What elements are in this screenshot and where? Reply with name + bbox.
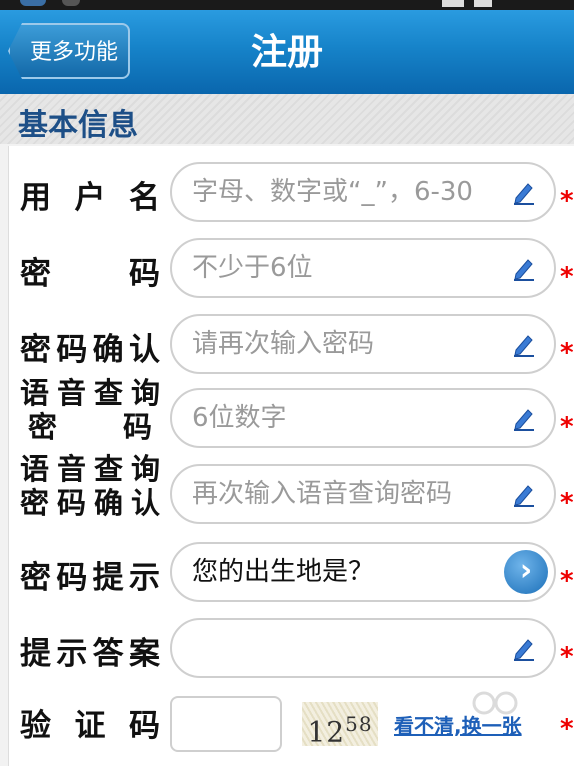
captcha-input[interactable] [170,696,282,752]
password-placeholder: 不少于6位 [192,253,313,283]
hint-answer-field[interactable] [170,618,556,678]
username-placeholder: 字母、数字或“_”，6-30 [192,177,473,207]
voice-password-confirm-label-line1: 语音查询 [20,452,160,486]
captcha-text-sup: 58 [345,712,373,736]
pencil-icon[interactable] [510,404,538,432]
voice-password-field[interactable]: 6位数字 [170,388,556,448]
password-field[interactable]: 不少于6位 [170,238,556,298]
title-bar: 更多功能 注册 [0,10,574,95]
pencil-icon[interactable] [510,634,538,662]
battery-icon [474,0,492,7]
watermark-logo-icon [472,691,518,715]
section-header: 基本信息 [0,94,574,144]
required-mark: * [560,488,574,518]
password-hint-value: 您的出生地是？ [192,557,375,587]
pencil-icon[interactable] [510,178,538,206]
captcha-label: 验证码 [20,708,160,744]
required-mark: * [560,338,574,368]
section-title: 基本信息 [18,108,138,143]
captcha-text: 12 [307,715,346,749]
chevron-right-icon[interactable]: › [504,550,548,594]
username-field[interactable]: 字母、数字或“_”，6-30 [170,162,556,222]
required-mark: * [560,714,574,744]
page-title: 注册 [250,32,323,73]
voice-password-placeholder: 6位数字 [192,403,287,433]
voice-password-confirm-field[interactable]: 再次输入语音查询密码 [170,464,556,524]
status-bar [0,0,574,10]
pencil-icon[interactable] [510,330,538,358]
required-mark: * [560,412,574,442]
required-mark: * [560,642,574,672]
username-label: 用户名 [20,180,160,216]
voice-password-confirm-label-line2: 密码确认 [20,486,160,520]
voice-password-confirm-label: 语音查询 密码确认 [20,452,160,520]
password-hint-select[interactable]: 您的出生地是？ › [170,542,556,602]
pencil-icon[interactable] [510,254,538,282]
status-notification-icon [62,0,80,6]
password-confirm-placeholder: 请再次输入密码 [192,329,375,359]
password-confirm-label: 密码确认 [20,332,160,368]
status-app-icon [20,0,46,6]
voice-password-confirm-placeholder: 再次输入语音查询密码 [192,479,453,509]
password-label: 密码 [20,256,160,292]
password-confirm-field[interactable]: 请再次输入密码 [170,314,556,374]
pencil-icon[interactable] [510,480,538,508]
captcha-image[interactable]: 1258 [302,702,378,749]
voice-password-label-line2: 密码 [28,410,152,444]
signal-icon [442,0,464,7]
required-mark: * [560,566,574,596]
password-hint-label: 密码提示 [20,560,160,596]
required-mark: * [560,262,574,292]
hint-answer-label: 提示答案 [20,636,160,672]
voice-password-label-line1: 语音查询 [20,376,160,410]
required-mark: * [560,186,574,216]
voice-password-label: 语音查询 密码 [20,376,160,444]
